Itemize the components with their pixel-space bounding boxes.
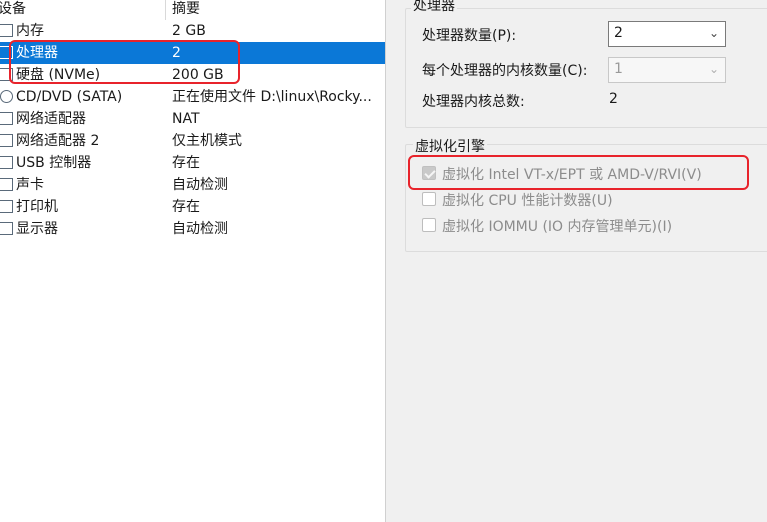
device-row-sound-card[interactable]: 声卡 自动检测 [0, 174, 385, 196]
device-summary: 自动检测 [172, 221, 228, 237]
device-summary: 存在 [172, 199, 200, 215]
chevron-down-icon: ⌄ [708, 26, 719, 40]
device-row-network-adapter-2[interactable]: 网络适配器 2 仅主机模式 [0, 130, 385, 152]
cpu-counters-checkbox[interactable] [422, 192, 436, 206]
column-separator[interactable] [165, 0, 166, 20]
device-row-printer[interactable]: 打印机 存在 [0, 196, 385, 218]
device-name: 显示器 [16, 221, 58, 237]
chevron-down-icon: ⌄ [708, 62, 719, 76]
highlight-box-processor-disk [9, 40, 240, 84]
device-summary: NAT [172, 111, 200, 127]
network-adapter-icon [0, 112, 13, 125]
cores-per-processor-select[interactable]: 1 ⌄ [608, 57, 726, 83]
device-name: 声卡 [16, 177, 44, 193]
device-name: USB 控制器 [16, 155, 92, 171]
processor-count-select[interactable]: 2 ⌄ [608, 21, 726, 47]
cpu-counters-option[interactable]: 虚拟化 CPU 性能计数器(U) [422, 190, 742, 210]
cd-dvd-icon [0, 90, 13, 103]
network-adapter-icon [0, 134, 13, 147]
iommu-label: 虚拟化 IOMMU (IO 内存管理单元)(I) [442, 219, 673, 235]
device-row-network-adapter[interactable]: 网络适配器 NAT [0, 108, 385, 130]
device-list-header: 设备 摘要 [0, 0, 385, 20]
cores-per-processor-label: 每个处理器的内核数量(C): [422, 63, 588, 79]
device-row-memory[interactable]: 内存 2 GB [0, 20, 385, 42]
processor-count-label: 处理器数量(P): [422, 28, 517, 44]
device-column-header[interactable]: 设备 [0, 0, 26, 18]
highlight-box-vt-x [408, 155, 749, 190]
device-row-display[interactable]: 显示器 自动检测 [0, 218, 385, 240]
virtualization-group-title: 虚拟化引擎 [413, 136, 487, 156]
total-cores-label: 处理器内核总数: [422, 94, 525, 110]
iommu-checkbox[interactable] [422, 218, 436, 232]
cores-per-processor-value: 1 [614, 61, 623, 77]
display-icon [0, 222, 13, 235]
summary-column-header[interactable]: 摘要 [172, 0, 200, 18]
device-name: CD/DVD (SATA) [16, 89, 123, 105]
iommu-option[interactable]: 虚拟化 IOMMU (IO 内存管理单元)(I) [422, 216, 742, 236]
device-summary: 存在 [172, 155, 200, 171]
device-name: 网络适配器 2 [16, 133, 100, 149]
device-name: 打印机 [16, 199, 58, 215]
sound-card-icon [0, 178, 13, 191]
device-row-cd-dvd[interactable]: CD/DVD (SATA) 正在使用文件 D:\linux\Rocky... [0, 86, 385, 108]
device-summary: 2 GB [172, 23, 206, 39]
device-list-panel: 设备 摘要 内存 2 GB 处理器 2 硬盘 (NVMe) 200 GB CD/… [0, 0, 385, 522]
device-row-usb-controller[interactable]: USB 控制器 存在 [0, 152, 385, 174]
device-name: 网络适配器 [16, 111, 86, 127]
usb-controller-icon [0, 156, 13, 169]
cpu-counters-label: 虚拟化 CPU 性能计数器(U) [442, 193, 613, 209]
printer-icon [0, 200, 13, 213]
device-summary: 仅主机模式 [172, 133, 242, 149]
device-summary: 正在使用文件 D:\linux\Rocky... [172, 89, 372, 105]
processor-count-value: 2 [614, 25, 623, 41]
total-cores-value: 2 [609, 91, 618, 107]
processor-group-title: 处理器 [411, 0, 457, 15]
device-summary: 自动检测 [172, 177, 228, 193]
memory-icon [0, 24, 13, 37]
device-name: 内存 [16, 23, 44, 39]
